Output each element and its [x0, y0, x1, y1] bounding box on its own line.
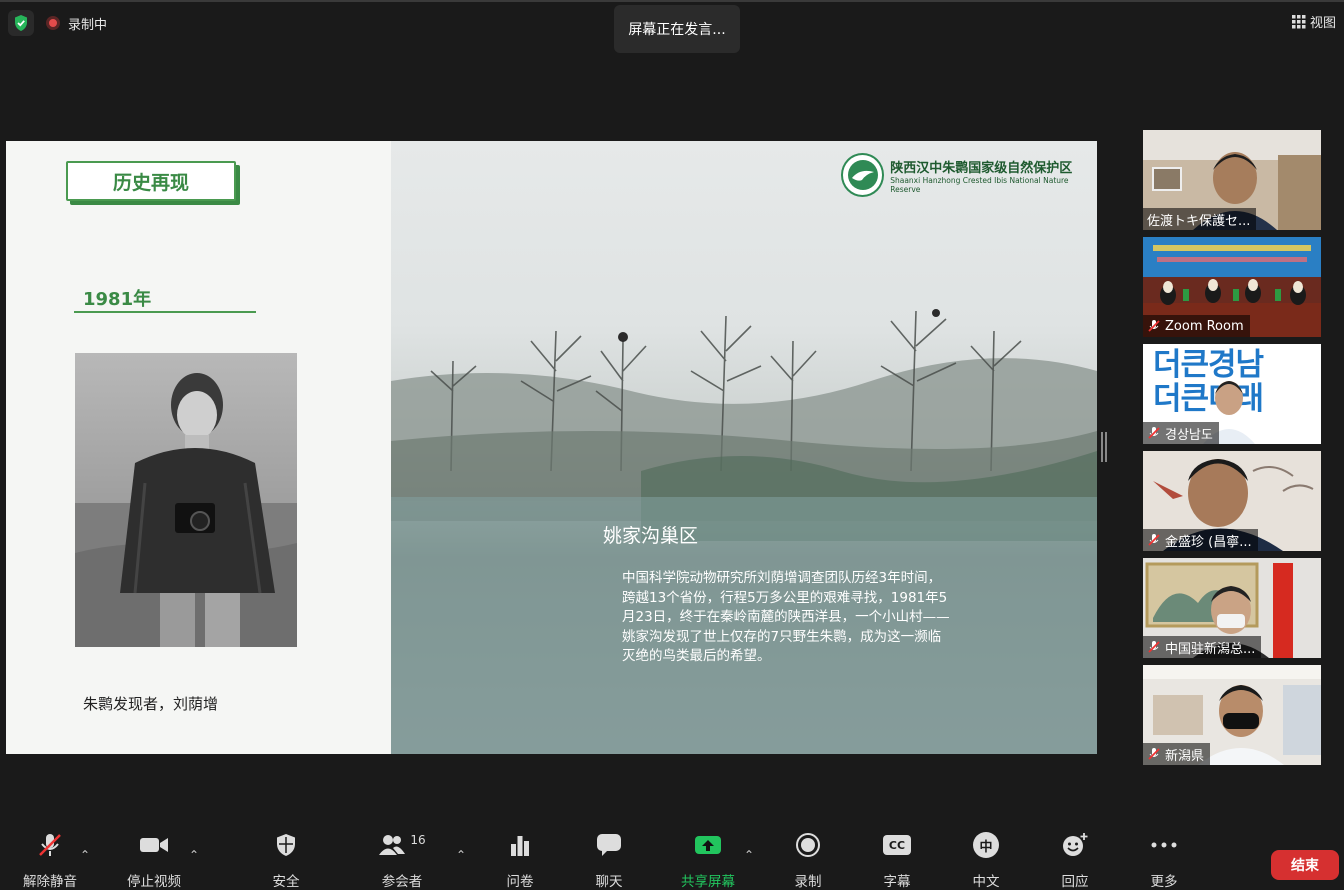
recording-dot-icon	[46, 16, 60, 30]
security-shield-icon	[277, 834, 295, 856]
share-screen-label: 共享屏幕	[681, 874, 735, 890]
participant-thumbnail[interactable]: 新潟県	[1143, 665, 1321, 765]
polls-label: 问卷	[506, 874, 534, 890]
stop-video-button[interactable]: 停止视频	[114, 830, 194, 890]
speaking-indicator: 屏幕正在发言...	[614, 5, 740, 53]
muted-microphone-icon	[39, 834, 61, 856]
share-screen-icon	[695, 836, 721, 854]
encryption-shield-icon[interactable]	[8, 10, 34, 36]
participant-name-label: 新潟県	[1143, 743, 1211, 765]
logo-english-name: Shaanxi Hanzhong Crested Ibis National N…	[890, 175, 1069, 194]
year-underline	[74, 311, 256, 313]
recording-indicator[interactable]: 录制中	[46, 14, 107, 33]
participant-name-label: Zoom Room	[1143, 315, 1250, 337]
record-button[interactable]: 录制	[768, 830, 848, 890]
language-globe-icon: 中	[973, 832, 999, 858]
emoji-reaction-icon	[1063, 833, 1088, 856]
logo-chinese-name: 陕西汉中朱鹮国家级自然保护区	[890, 160, 1073, 176]
reactions-label: 回应	[1061, 874, 1089, 890]
participants-count-badge: 16	[410, 833, 426, 847]
video-camera-icon	[140, 838, 168, 852]
participants-options-caret-icon[interactable]: ⌃	[456, 848, 466, 862]
unmute-button[interactable]: 解除静音	[10, 830, 90, 890]
portrait-caption: 朱鹮发现者，刘荫增	[83, 695, 219, 713]
muted-mic-icon	[1148, 320, 1160, 332]
slide-left-panel: 历史再现 1981年 朱鹮发现者，刘荫增	[6, 141, 391, 754]
participant-name: Zoom Room	[1165, 318, 1244, 334]
muted-mic-icon	[1148, 534, 1160, 546]
participant-name: 新潟県	[1165, 748, 1205, 764]
share-screen-button[interactable]: 共享屏幕	[668, 830, 748, 890]
language-label: 中文	[972, 874, 1000, 890]
language-interpretation-button[interactable]: 中 中文	[946, 830, 1026, 890]
nest-area-description: 中国科学院动物研究所刘荫增调查团队历经3年时间，跨越13个省份，行程5万多公里的…	[622, 570, 950, 664]
recording-label: 录制中	[68, 17, 108, 33]
nest-area-photo: 陕西汉中朱鹮国家级自然保护区 Shaanxi Hanzhong Crested …	[391, 141, 1097, 754]
chat-bubble-icon	[597, 834, 621, 856]
record-icon	[796, 833, 820, 857]
participant-name: 경상남도	[1165, 427, 1213, 443]
section-title: 历史再现	[66, 161, 236, 201]
muted-mic-icon	[1148, 641, 1160, 653]
view-label: 视图	[1309, 16, 1336, 31]
participant-thumbnail[interactable]: 佐渡トキ保護セ...	[1143, 130, 1321, 230]
split-view-drag-handle[interactable]	[1101, 432, 1107, 462]
end-meeting-button[interactable]: 结束	[1271, 850, 1339, 880]
participant-name-label: 金盛珍 (昌寧...	[1143, 529, 1258, 551]
participant-thumbnail[interactable]: 中国驻新潟总...	[1143, 558, 1321, 658]
participants-label: 参会者	[381, 874, 423, 890]
top-left-status: 录制中	[8, 10, 107, 36]
grid-icon	[1291, 14, 1306, 28]
chat-label: 聊天	[595, 874, 623, 890]
participant-name-label: 中国驻新潟总...	[1143, 636, 1262, 658]
chat-button[interactable]: 聊天	[569, 830, 649, 890]
participant-thumbnail[interactable]: 더큰경남 더큰미래 경상남도	[1143, 344, 1321, 444]
stop-video-label: 停止视频	[127, 874, 181, 890]
captions-label: 字幕	[883, 874, 911, 890]
participants-button[interactable]: 16 参会者	[362, 830, 442, 890]
year-heading: 1981年	[83, 289, 152, 310]
participant-name-label: 佐渡トキ保護セ...	[1143, 208, 1257, 230]
ibis-logo-icon	[841, 153, 885, 197]
nest-area-title: 姚家沟巢区	[603, 525, 699, 547]
participant-thumbnail[interactable]: Zoom Room	[1143, 237, 1321, 337]
view-button[interactable]: 视图	[1291, 12, 1336, 31]
closed-captions-icon: CC	[883, 835, 911, 855]
video-options-caret-icon[interactable]: ⌃	[189, 848, 199, 862]
participant-name: 佐渡トキ保護セ...	[1147, 213, 1251, 229]
muted-mic-icon	[1148, 748, 1160, 760]
bar-chart-icon	[511, 836, 529, 856]
security-label: 安全	[272, 874, 300, 890]
portrait-photo	[75, 353, 297, 647]
more-label: 更多	[1150, 874, 1178, 890]
polls-button[interactable]: 问卷	[480, 830, 560, 890]
share-options-caret-icon[interactable]: ⌃	[744, 848, 754, 862]
more-dots-icon	[1151, 842, 1177, 848]
shared-screen-slide: 历史再现 1981年 朱鹮发现者，刘荫增 陕西汉中朱鹮国家级自然保护区 Shaa…	[6, 141, 1097, 754]
meeting-toolbar: 解除静音 ⌃ 停止视频 ⌃ 安全 16 参会者 ⌃ 问卷 聊天 共享屏幕 ⌃ 录…	[0, 830, 1344, 890]
participants-icon	[379, 835, 406, 855]
participant-name-label: 경상남도	[1143, 422, 1219, 444]
more-button[interactable]: 更多	[1124, 830, 1204, 890]
participant-name: 金盛珍 (昌寧...	[1165, 534, 1252, 550]
security-button[interactable]: 安全	[246, 830, 326, 890]
record-label: 录制	[794, 874, 822, 890]
reactions-button[interactable]: 回应	[1035, 830, 1115, 890]
participant-name: 中国驻新潟总...	[1165, 641, 1256, 657]
audio-options-caret-icon[interactable]: ⌃	[80, 848, 90, 862]
top-border	[0, 0, 1344, 2]
captions-button[interactable]: CC 字幕	[857, 830, 937, 890]
muted-mic-icon	[1148, 427, 1160, 439]
unmute-label: 解除静音	[23, 874, 77, 890]
participant-thumbnail[interactable]: 金盛珍 (昌寧...	[1143, 451, 1321, 551]
reserve-logo: 陕西汉中朱鹮国家级自然保护区 Shaanxi Hanzhong Crested …	[841, 153, 1097, 197]
